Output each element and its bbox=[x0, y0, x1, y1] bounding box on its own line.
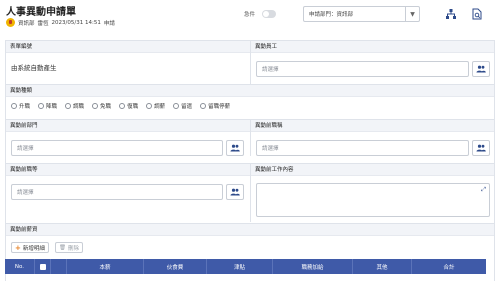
col-other: 其他 bbox=[353, 259, 412, 274]
delete-button[interactable]: 🗑 刪除 bbox=[55, 242, 83, 253]
radio-dot bbox=[200, 103, 207, 109]
select-all-checkbox[interactable] bbox=[35, 259, 51, 274]
col-base-salary: 本薪 bbox=[67, 259, 144, 274]
radio-dot bbox=[11, 103, 17, 109]
col-total: 合計 bbox=[443, 264, 455, 271]
title-before-input[interactable]: 請選擇 bbox=[256, 140, 469, 156]
applicant-info: 資訊部 雷恆 2023/05/31 14:51 申請 bbox=[6, 17, 115, 28]
radio-dot bbox=[173, 103, 180, 109]
radio-demote[interactable]: 降職 bbox=[38, 102, 57, 110]
people-icon bbox=[476, 65, 486, 73]
radio-promote[interactable]: 升職 bbox=[11, 102, 30, 110]
col-blank bbox=[51, 259, 67, 274]
urgent-label: 急件 bbox=[244, 12, 256, 18]
column-divider bbox=[250, 120, 251, 156]
chevron-down-icon: ▼ bbox=[405, 7, 419, 21]
column-divider bbox=[250, 41, 251, 88]
rank-before-placeholder: 請選擇 bbox=[17, 190, 34, 196]
col-meal: 伙食費 bbox=[144, 259, 207, 274]
org-chart-icon[interactable] bbox=[445, 8, 457, 20]
type-radio-group: 升職 降職 調職 免職 復職 調薪 留遣 留職停薪 bbox=[11, 102, 230, 110]
datetime-text: 2023/05/31 14:51 bbox=[51, 19, 101, 26]
radio-retain[interactable]: 留遣 bbox=[173, 102, 192, 110]
type-label: 異動種類 bbox=[6, 85, 494, 97]
col-allowance: 津貼 bbox=[207, 259, 273, 274]
dept-before-placeholder: 請選擇 bbox=[17, 146, 34, 152]
status-badge: 申請 bbox=[103, 20, 115, 27]
work-before-textarea[interactable]: ⤢ bbox=[256, 183, 490, 217]
employee-label: 異動員工 bbox=[251, 41, 494, 53]
document-search-icon[interactable] bbox=[471, 8, 483, 20]
add-row-label: 新增明細 bbox=[22, 245, 45, 252]
col-duty-pay: 職務加給 bbox=[273, 259, 353, 274]
department-select[interactable]: 申請部門：資訊部 ▼ bbox=[303, 6, 420, 22]
page-header: 人事異動申請單 資訊部 雷恆 2023/05/31 14:51 申請 急件 申請… bbox=[0, 0, 500, 34]
transfer-form: 表單編號 異動員工 由系統自動產生 請選擇 異動種類 升職 降職 調職 免職 復… bbox=[5, 40, 495, 281]
employee-input[interactable]: 請選擇 bbox=[256, 61, 469, 77]
rank-before-picker-button[interactable] bbox=[226, 184, 244, 200]
rank-before-label: 異動前職等 bbox=[6, 164, 250, 176]
radio-unpaid-leave[interactable]: 留職停薪 bbox=[200, 102, 230, 110]
employee-placeholder: 請選擇 bbox=[262, 67, 279, 73]
checkbox-box bbox=[39, 263, 46, 270]
work-before-label: 異動前工作內容 bbox=[251, 164, 494, 176]
department-text: 資訊部 bbox=[18, 20, 35, 27]
title-before-picker-button[interactable] bbox=[472, 140, 490, 156]
title-before-placeholder: 請選擇 bbox=[262, 146, 279, 152]
employee-picker-button[interactable] bbox=[472, 61, 490, 77]
avatar bbox=[6, 18, 15, 27]
people-icon bbox=[230, 188, 240, 196]
radio-salary-adjust[interactable]: 調薪 bbox=[146, 102, 165, 110]
people-icon bbox=[230, 144, 240, 152]
expand-icon[interactable]: ⤢ bbox=[481, 186, 486, 194]
department-select-value: 申請部門：資訊部 bbox=[309, 12, 354, 18]
dept-before-input[interactable]: 請選擇 bbox=[11, 140, 223, 156]
plus-icon: + bbox=[15, 243, 21, 252]
radio-dot bbox=[146, 103, 153, 109]
column-divider bbox=[250, 164, 251, 222]
form-no-value: 由系統自動產生 bbox=[11, 64, 57, 72]
radio-dot bbox=[119, 103, 126, 109]
add-row-button[interactable]: + 新增明細 bbox=[11, 242, 49, 253]
radio-dot bbox=[65, 103, 72, 109]
people-icon bbox=[476, 144, 486, 152]
salary-before-label: 異動前薪資 bbox=[6, 224, 494, 236]
page-title: 人事異動申請單 bbox=[6, 7, 76, 18]
delete-label: 刪除 bbox=[67, 245, 79, 252]
radio-dot bbox=[38, 103, 45, 109]
radio-transfer[interactable]: 調職 bbox=[65, 102, 84, 110]
radio-dismiss[interactable]: 免職 bbox=[92, 102, 111, 110]
title-before-label: 異動前職稱 bbox=[251, 120, 494, 132]
rank-before-input[interactable]: 請選擇 bbox=[11, 184, 223, 200]
trash-icon: 🗑 bbox=[59, 244, 66, 251]
col-no: No. bbox=[5, 259, 35, 274]
dept-before-picker-button[interactable] bbox=[226, 140, 244, 156]
applicant-name: 雷恆 bbox=[37, 20, 49, 27]
urgent-toggle[interactable] bbox=[262, 10, 276, 18]
form-no-label: 表單編號 bbox=[6, 41, 250, 53]
radio-reinstate[interactable]: 復職 bbox=[119, 102, 138, 110]
dept-before-label: 異動前部門 bbox=[6, 120, 250, 132]
salary-table-header: No. 本薪 伙食費 津貼 職務加給 其他 合計 bbox=[5, 259, 486, 274]
radio-dot bbox=[92, 103, 99, 109]
